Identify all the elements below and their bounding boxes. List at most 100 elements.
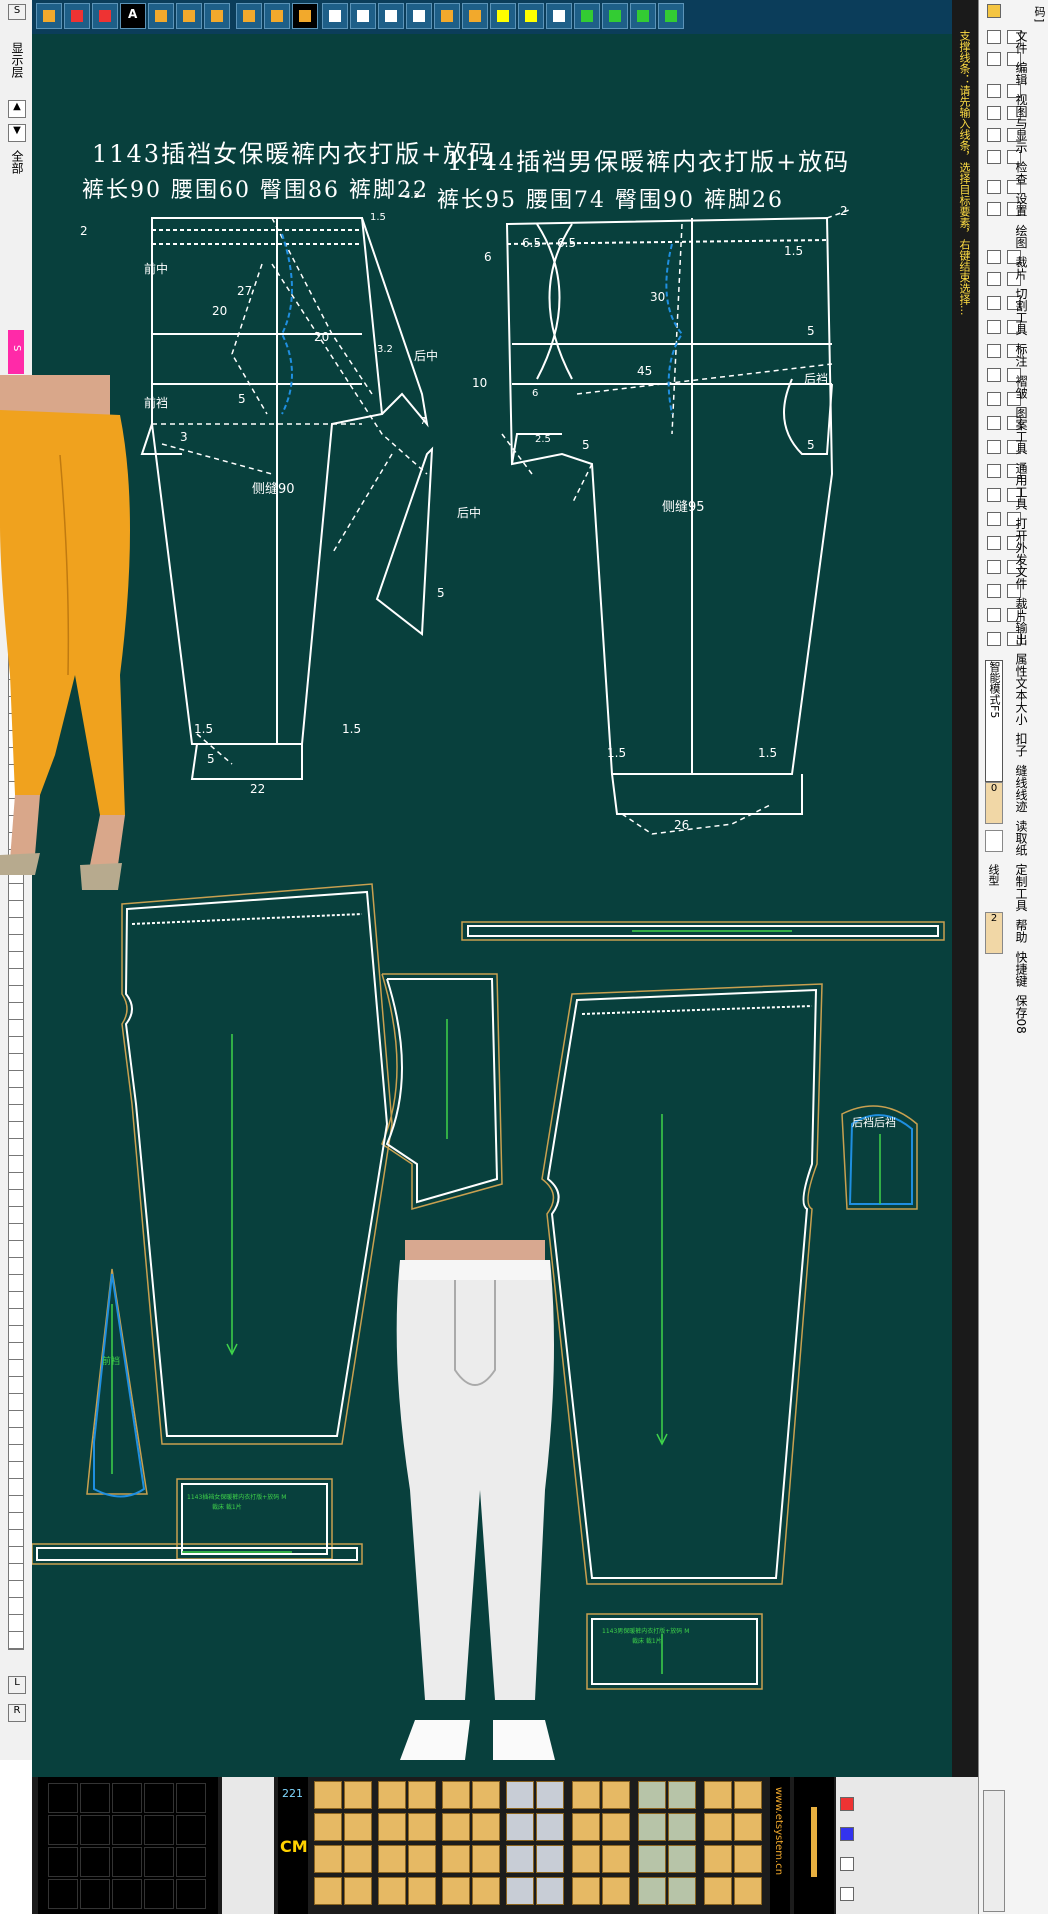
bt-curve-icon[interactable] — [314, 1845, 342, 1873]
menu-file[interactable]: 文件 — [1014, 30, 1028, 54]
tool-mark-icon[interactable] — [92, 3, 118, 29]
tool-warning2-icon[interactable] — [264, 3, 290, 29]
menu-read-paper[interactable]: 读取纸 — [1014, 820, 1028, 856]
bt-pen-icon[interactable] — [314, 1781, 342, 1809]
qt-corner-icon[interactable] — [176, 1783, 206, 1813]
bt-box-icon[interactable] — [408, 1845, 436, 1873]
bt-link-icon[interactable] — [668, 1781, 696, 1809]
select-icon[interactable] — [987, 180, 1001, 194]
tool-hat-icon[interactable] — [64, 3, 90, 29]
settings-icon[interactable] — [987, 584, 1001, 598]
bt-pants-icon[interactable] — [602, 1877, 630, 1905]
tool-diagonal-icon[interactable] — [602, 3, 628, 29]
bt-cross2-icon[interactable] — [704, 1813, 732, 1841]
bt-feather-icon[interactable] — [506, 1845, 534, 1873]
tool-shirt-icon[interactable] — [434, 3, 460, 29]
menu-cut-tools[interactable]: 切割工具 — [1014, 287, 1028, 335]
bt-spiral-icon[interactable] — [602, 1845, 630, 1873]
bt-mirror-icon[interactable] — [668, 1813, 696, 1841]
bt-leaf2-icon[interactable] — [668, 1845, 696, 1873]
scroll-down-icon[interactable]: ▼ — [8, 124, 26, 142]
check-icon[interactable] — [987, 440, 1001, 454]
bt-sparkle-icon[interactable] — [536, 1781, 564, 1809]
pencil-icon[interactable] — [811, 1807, 817, 1877]
tool-shoe-icon[interactable] — [36, 3, 62, 29]
zoom-level[interactable]: 221 — [282, 1787, 303, 1800]
menu-pleat[interactable]: 褶皱 — [1014, 375, 1028, 399]
blue-swatch-icon[interactable] — [840, 1827, 854, 1841]
layer-toggle-icon[interactable] — [985, 830, 1003, 852]
all-layers-label[interactable]: 全部 — [9, 150, 26, 174]
bt-split-icon[interactable] — [378, 1813, 406, 1841]
menu-general-tools[interactable]: 通用工具 — [1014, 462, 1028, 510]
sew-icon[interactable] — [987, 344, 1001, 358]
save-icon[interactable] — [987, 52, 1001, 66]
menu-text-size[interactable]: 属性文本大小 — [1014, 653, 1028, 725]
seam-icon[interactable] — [987, 392, 1001, 406]
bt-tent-icon[interactable] — [704, 1877, 732, 1905]
menu-view[interactable]: 视图与显示 — [1014, 93, 1028, 153]
label-icon[interactable] — [987, 488, 1001, 502]
qt-zigzag-icon[interactable] — [176, 1847, 206, 1877]
tool-angle-icon[interactable] — [176, 3, 202, 29]
menu-help[interactable]: 帮助 — [1014, 919, 1028, 943]
text-icon[interactable] — [987, 416, 1001, 430]
layers-icon[interactable] — [840, 1887, 854, 1901]
bt-blob-icon[interactable] — [344, 1877, 372, 1905]
mirror-icon[interactable] — [987, 296, 1001, 310]
bt-step-icon[interactable] — [442, 1813, 470, 1841]
menu-buttons[interactable]: 扣子 — [1014, 733, 1028, 757]
new-file-icon[interactable] — [987, 30, 1001, 44]
bt-rect2-icon[interactable] — [668, 1877, 696, 1905]
qt-point-icon[interactable] — [48, 1783, 78, 1813]
bt-dart-icon[interactable] — [536, 1813, 564, 1841]
qt-page-icon[interactable] — [80, 1783, 110, 1813]
bt-arrow-icon[interactable] — [472, 1813, 500, 1841]
bt-needle-icon[interactable] — [506, 1781, 534, 1809]
tool-text-icon[interactable]: A — [120, 3, 146, 29]
bt-arc-icon[interactable] — [704, 1781, 732, 1809]
menu-save08[interactable]: 保存08 — [1014, 994, 1028, 1033]
red-swatch-icon[interactable] — [840, 1797, 854, 1811]
bt-flame-icon[interactable] — [472, 1781, 500, 1809]
qt-circle-icon[interactable] — [80, 1815, 110, 1845]
snap-icon[interactable] — [987, 250, 1001, 264]
cut-icon[interactable] — [987, 512, 1001, 526]
bt-shape-icon[interactable] — [314, 1877, 342, 1905]
layer-r-button[interactable]: R — [8, 1704, 26, 1722]
bt-flag-icon[interactable] — [536, 1845, 564, 1873]
point-icon[interactable] — [987, 202, 1001, 216]
undo-icon[interactable] — [987, 128, 1001, 142]
menu-settings[interactable]: 设置 — [1014, 193, 1028, 217]
tool-dart-icon[interactable] — [292, 3, 318, 29]
tool-lines-icon[interactable] — [546, 3, 572, 29]
palette-icon[interactable] — [840, 1857, 854, 1871]
value-box-0[interactable]: 0 — [985, 782, 1003, 824]
bt-hook-icon[interactable] — [734, 1813, 762, 1841]
qt-measure-icon[interactable] — [112, 1879, 142, 1909]
tool-arc-icon[interactable] — [630, 3, 656, 29]
tool-curve-icon[interactable] — [658, 3, 684, 29]
bt-notch-icon[interactable] — [442, 1845, 470, 1873]
menu-edit[interactable]: 编辑 — [1014, 62, 1028, 86]
menu-piece-output[interactable]: 裁片输出 — [1014, 597, 1028, 645]
bt-cursor-icon[interactable] — [344, 1781, 372, 1809]
menu-pattern-tools[interactable]: 图案工具 — [1014, 406, 1028, 454]
layer-s-button[interactable]: S — [8, 4, 26, 20]
tool-frame-icon[interactable] — [462, 3, 488, 29]
tool-square-icon[interactable] — [490, 3, 516, 29]
qt-plus-icon[interactable] — [144, 1815, 174, 1845]
qt-frame-icon[interactable] — [80, 1879, 110, 1909]
bt-hand-icon[interactable] — [378, 1781, 406, 1809]
bt-wave-icon[interactable] — [536, 1877, 564, 1905]
bt-collar-icon[interactable] — [602, 1813, 630, 1841]
bt-tri-icon[interactable] — [344, 1813, 372, 1841]
dart-icon[interactable] — [987, 368, 1001, 382]
qt-ruler-icon[interactable] — [144, 1879, 174, 1909]
qt-mark-icon[interactable] — [112, 1783, 142, 1813]
refresh-icon[interactable] — [987, 150, 1001, 164]
bt-stair-icon[interactable] — [442, 1781, 470, 1809]
qt-arc-icon[interactable] — [112, 1815, 142, 1845]
bt-grid-icon[interactable] — [314, 1813, 342, 1841]
bt-cut-icon[interactable] — [378, 1877, 406, 1905]
